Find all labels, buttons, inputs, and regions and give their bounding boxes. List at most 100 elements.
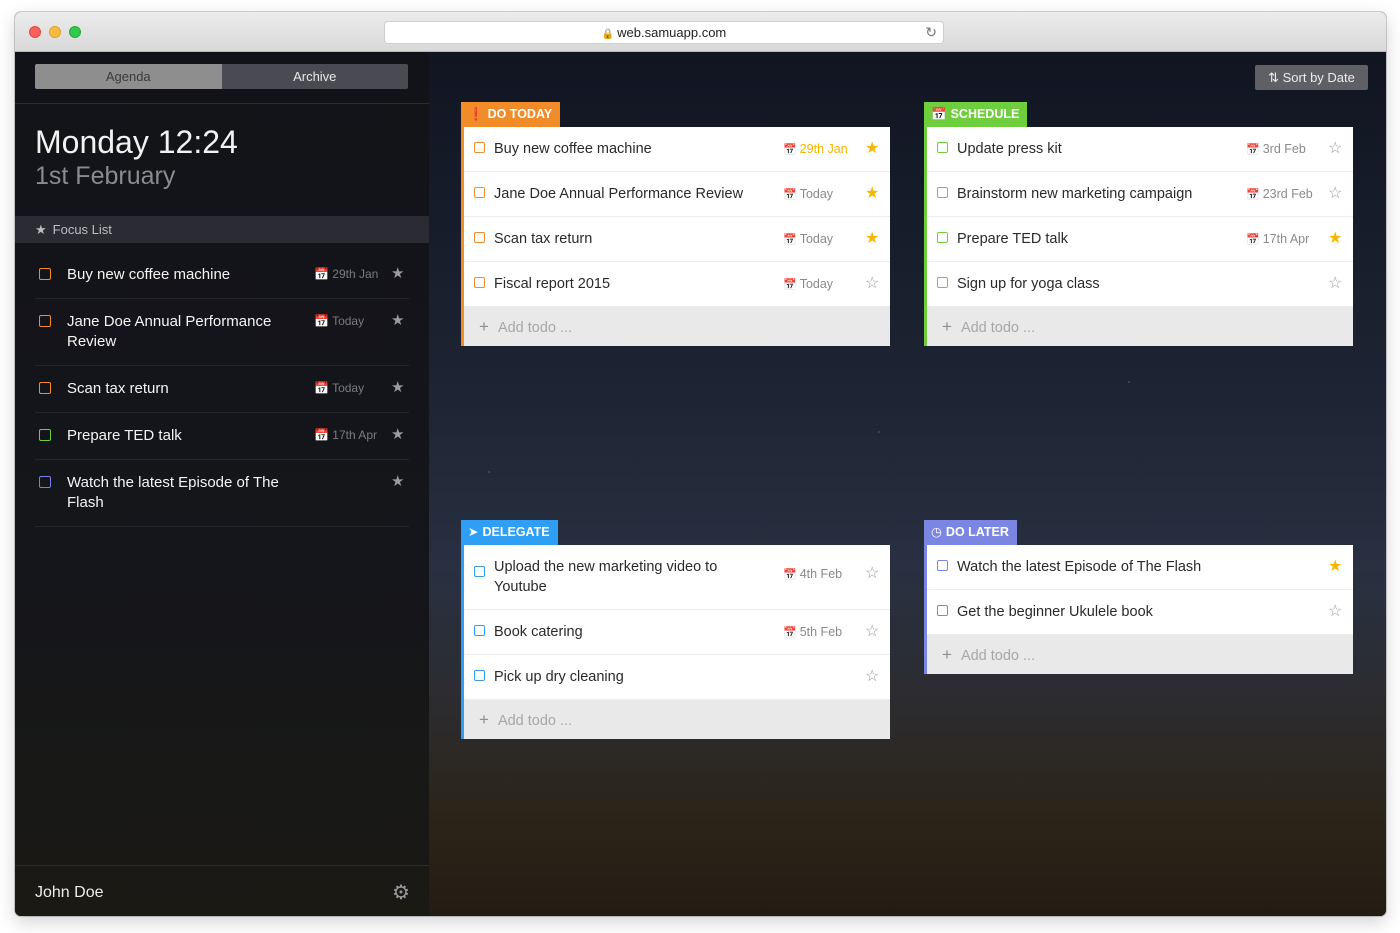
star-icon[interactable]: ★ — [391, 378, 404, 396]
todo-date: 📅 Today — [783, 187, 834, 201]
reload-icon[interactable]: ↻ — [925, 22, 937, 43]
calendar-icon: 📅 — [314, 381, 333, 395]
add-todo-input[interactable]: + Add todo ... — [464, 700, 890, 739]
user-name[interactable]: John Doe — [35, 884, 104, 902]
star-outline-icon[interactable]: ☆ — [865, 563, 879, 583]
todo-title: Jane Doe Annual Performance Review — [494, 186, 744, 202]
checkbox[interactable] — [39, 476, 51, 488]
star-icon[interactable]: ★ — [1328, 556, 1342, 576]
star-icon[interactable]: ★ — [391, 311, 404, 329]
checkbox[interactable] — [474, 187, 485, 198]
plus-icon: + — [942, 645, 952, 664]
star-icon[interactable]: ★ — [865, 228, 879, 248]
focus-item[interactable]: Scan tax return 📅 Today ★ — [35, 366, 409, 413]
star-icon[interactable]: ★ — [391, 264, 404, 282]
todo-item[interactable]: Upload the new marketing video to Youtub… — [464, 545, 890, 610]
checkbox[interactable] — [474, 670, 485, 681]
star-outline-icon[interactable]: ☆ — [865, 666, 879, 686]
calendar-icon: 📅 — [314, 267, 333, 281]
todo-item[interactable]: Buy new coffee machine 📅 29th Jan ★ — [464, 127, 890, 172]
calendar-icon: 📅 — [783, 234, 797, 246]
add-todo-input[interactable]: + Add todo ... — [927, 635, 1353, 674]
browser-window: 🔒 web.samuapp.com ↻ Agenda Archive Monday… — [15, 12, 1386, 916]
checkbox[interactable] — [474, 232, 485, 243]
checkbox[interactable] — [937, 277, 948, 288]
star-outline-icon[interactable]: ☆ — [865, 621, 879, 641]
lock-icon: 🔒 — [601, 29, 615, 40]
checkbox[interactable] — [474, 625, 485, 636]
quadrant-label: ◷ DO LATER — [924, 520, 1017, 545]
todo-item[interactable]: Update press kit 📅 3rd Feb ☆ — [927, 127, 1353, 172]
focus-item-title: Prepare TED talk — [67, 427, 182, 444]
star-icon[interactable]: ★ — [391, 472, 404, 490]
todo-date: 📅 23rd Feb — [1246, 187, 1313, 201]
quadrant-schedule: 📅 SCHEDULE Update press kit 📅 3rd Feb ☆ Br… — [924, 102, 1353, 346]
focus-item[interactable]: Jane Doe Annual Performance Review 📅 Tod… — [35, 299, 409, 366]
todo-title: Book catering — [494, 624, 583, 640]
focus-item[interactable]: Watch the latest Episode of The Flash ★ — [35, 460, 409, 527]
focus-item-title: Jane Doe Annual Performance Review — [67, 313, 272, 350]
address-bar[interactable]: 🔒 web.samuapp.com ↻ — [384, 21, 944, 44]
checkbox[interactable] — [937, 187, 948, 198]
star-outline-icon[interactable]: ☆ — [1328, 138, 1342, 158]
checkbox[interactable] — [937, 560, 948, 571]
url-text: web.samuapp.com — [617, 25, 727, 40]
calendar-icon: 📅 — [931, 107, 947, 121]
current-date: 1st February — [35, 162, 176, 190]
minimize-window-button[interactable] — [49, 26, 61, 38]
todo-item[interactable]: Watch the latest Episode of The Flash ★ — [927, 545, 1353, 590]
focus-item[interactable]: Buy new coffee machine 📅 29th Jan ★ — [35, 252, 409, 299]
star-outline-icon[interactable]: ☆ — [1328, 601, 1342, 621]
gear-icon[interactable]: ⚙ — [392, 880, 410, 905]
star-outline-icon[interactable]: ☆ — [1328, 183, 1342, 203]
checkbox[interactable] — [39, 268, 51, 280]
tab-archive[interactable]: Archive — [221, 64, 408, 89]
star-outline-icon[interactable]: ☆ — [865, 273, 879, 293]
todo-title: Fiscal report 2015 — [494, 276, 611, 292]
app-content: Agenda Archive Monday 12:24 1st February… — [15, 52, 1386, 916]
todo-item[interactable]: Prepare TED talk 📅 17th Apr ★ — [927, 217, 1353, 262]
add-todo-input[interactable]: + Add todo ... — [927, 307, 1353, 346]
checkbox[interactable] — [937, 232, 948, 243]
tab-agenda[interactable]: Agenda — [35, 64, 222, 89]
checkbox[interactable] — [474, 566, 485, 577]
checkbox[interactable] — [474, 277, 485, 288]
todo-item[interactable]: Book catering 📅 5th Feb ☆ — [464, 610, 890, 655]
todo-title: Watch the latest Episode of The Flash — [957, 559, 1202, 575]
star-icon[interactable]: ★ — [865, 138, 879, 158]
focus-item[interactable]: Prepare TED talk 📅 17th Apr ★ — [35, 413, 409, 460]
star-outline-icon[interactable]: ☆ — [1328, 273, 1342, 293]
checkbox[interactable] — [39, 429, 51, 441]
todo-item[interactable]: Sign up for yoga class ☆ — [927, 262, 1353, 307]
calendar-icon: 📅 — [1246, 189, 1260, 201]
checkbox[interactable] — [937, 142, 948, 153]
todo-item[interactable]: Brainstorm new marketing campaign 📅 23rd … — [927, 172, 1353, 217]
todo-card: Update press kit 📅 3rd Feb ☆ Brainstorm n… — [924, 127, 1353, 346]
todo-item[interactable]: Pick up dry cleaning ☆ — [464, 655, 890, 700]
star-icon[interactable]: ★ — [865, 183, 879, 203]
calendar-icon: 📅 — [783, 189, 797, 201]
todo-item[interactable]: Fiscal report 2015 📅 Today ☆ — [464, 262, 890, 307]
user-bar: John Doe ⚙ — [15, 865, 429, 916]
checkbox[interactable] — [39, 382, 51, 394]
focus-list: Buy new coffee machine 📅 29th Jan ★ Jane… — [35, 252, 409, 527]
close-window-button[interactable] — [29, 26, 41, 38]
checkbox[interactable] — [39, 315, 51, 327]
focus-item-date: 📅 17th Apr — [314, 428, 377, 442]
todo-date: 📅 Today — [783, 232, 834, 246]
sort-by-date-button[interactable]: ⇅ Sort by Date — [1255, 65, 1368, 90]
add-todo-input[interactable]: + Add todo ... — [464, 307, 890, 346]
quadrant-delegate: ➤ DELEGATE Upload the new marketing video… — [461, 520, 890, 739]
zoom-window-button[interactable] — [69, 26, 81, 38]
todo-item[interactable]: Scan tax return 📅 Today ★ — [464, 217, 890, 262]
quadrant-label: ➤ DELEGATE — [461, 520, 558, 545]
star-icon[interactable]: ★ — [1328, 228, 1342, 248]
star-icon[interactable]: ★ — [391, 425, 404, 443]
todo-item[interactable]: Get the beginner Ukulele book ☆ — [927, 590, 1353, 635]
todo-title: Get the beginner Ukulele book — [957, 604, 1153, 620]
todo-item[interactable]: Jane Doe Annual Performance Review 📅 Toda… — [464, 172, 890, 217]
checkbox[interactable] — [474, 142, 485, 153]
checkbox[interactable] — [937, 605, 948, 616]
calendar-icon: 📅 — [314, 428, 333, 442]
calendar-icon: 📅 — [783, 569, 797, 581]
